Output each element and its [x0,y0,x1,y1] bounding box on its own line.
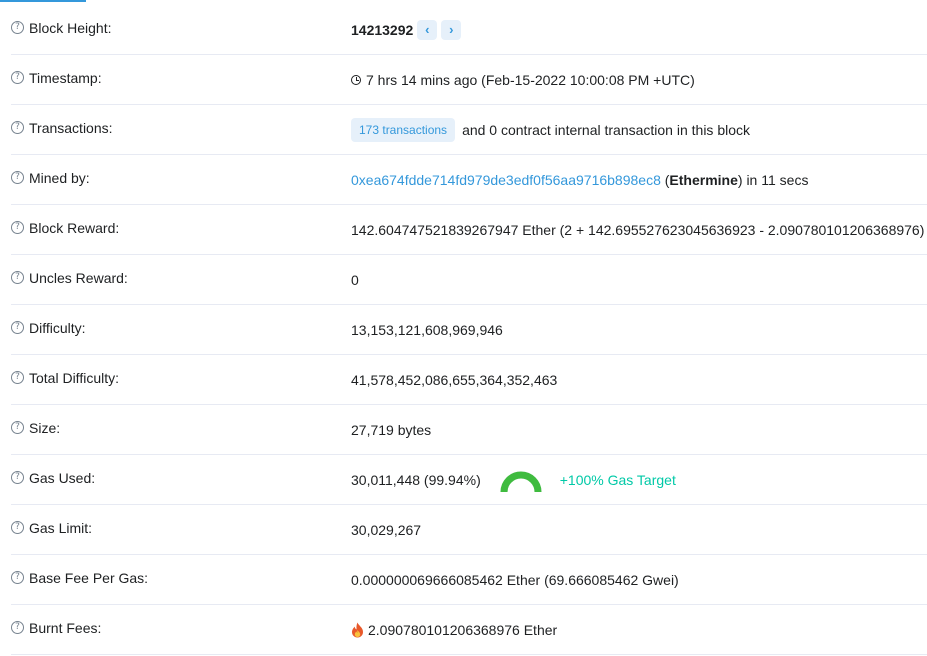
question-circle-icon[interactable]: ? [11,321,24,334]
total-difficulty-value-wrap: 41,578,452,086,655,364,352,463 [351,372,557,388]
gas-target-text: +100% Gas Target [559,471,676,488]
block-reward-label: Block Reward: [29,219,120,236]
total-difficulty-label: Total Difficulty: [29,369,119,386]
question-circle-icon[interactable]: ? [11,271,24,284]
row-gas-limit: ? Gas Limit: 30,029,267 [11,505,927,555]
base-fee-value-wrap: 0.000000069666085462 Ether (69.666085462… [351,572,679,588]
row-block-reward: ? Block Reward: 142.604747521839267947 E… [11,205,927,255]
chevron-left-icon: ‹ [425,22,430,37]
miner-pool-name: Ethermine [669,171,738,188]
active-tab-indicator [0,0,86,2]
question-circle-icon[interactable]: ? [11,71,24,84]
burnt-fees-value-wrap: 2.090780101206368976 Ether [351,622,557,638]
transactions-text: and 0 contract internal transaction in t… [462,121,750,138]
gas-used-value-wrap: 30,011,448 (99.94%) +100% Gas Target [351,469,676,492]
block-reward-value: 142.604747521839267947 Ether (2 + 142.69… [351,221,925,238]
block-height-value: 14213292 [351,21,414,38]
question-circle-icon[interactable]: ? [11,221,24,234]
row-total-difficulty: ? Total Difficulty: 41,578,452,086,655,3… [11,355,927,405]
question-circle-icon[interactable]: ? [11,371,24,384]
timestamp-label: Timestamp: [29,69,102,86]
row-block-height: ? Block Height: 14213292 ‹ › [11,5,927,55]
difficulty-value-wrap: 13,153,121,608,969,946 [351,322,503,338]
size-label: Size: [29,419,61,436]
gas-used-label-wrap: ? Gas Used: [11,470,351,486]
difficulty-value: 13,153,121,608,969,946 [351,321,503,338]
question-circle-icon[interactable]: ? [11,521,24,534]
difficulty-label: Difficulty: [29,319,86,336]
previous-block-button[interactable]: ‹ [417,19,438,40]
size-label-wrap: ? Size: [11,420,351,436]
uncles-reward-label-wrap: ? Uncles Reward: [11,270,351,286]
block-reward-label-wrap: ? Block Reward: [11,220,351,236]
question-circle-icon[interactable]: ? [11,621,24,634]
block-reward-value-wrap: 142.604747521839267947 Ether (2 + 142.69… [351,222,924,238]
timestamp-value: 7 hrs 14 mins ago (Feb-15-2022 10:00:08 … [366,71,695,88]
transactions-label: Transactions: [29,119,113,136]
total-difficulty-value: 41,578,452,086,655,364,352,463 [351,371,558,388]
timestamp-label-wrap: ? Timestamp: [11,70,351,86]
row-mined-by: ? Mined by: 0xea674fdde714fd979de3edf0f5… [11,155,927,205]
size-value: 27,719 bytes [351,421,432,438]
row-uncles-reward: ? Uncles Reward: 0 [11,255,927,305]
block-overview: ? Block Height: 14213292 ‹ › ? Timestamp… [11,5,927,655]
gas-limit-label-wrap: ? Gas Limit: [11,520,351,536]
transactions-value-wrap: 173 transactions and 0 contract internal… [351,117,750,142]
burnt-fees-value: 2.090780101206368976 Ether [368,621,558,638]
uncles-reward-value: 0 [351,271,359,288]
miner-address-link[interactable]: 0xea674fdde714fd979de3edf0f56aa9716b898e… [351,172,661,188]
gas-limit-value: 30,029,267 [351,521,422,538]
mined-by-label: Mined by: [29,169,90,186]
clock-icon [351,74,361,85]
gas-limit-label: Gas Limit: [29,519,93,536]
chevron-right-icon: › [449,22,454,37]
gauge-fill [500,471,542,492]
block-height-label: Block Height: [29,19,112,36]
total-difficulty-label-wrap: ? Total Difficulty: [11,370,351,386]
gas-used-label: Gas Used: [29,469,96,486]
question-circle-icon[interactable]: ? [11,471,24,484]
burnt-fees-label: Burnt Fees: [29,619,102,636]
row-difficulty: ? Difficulty: 13,153,121,608,969,946 [11,305,927,355]
gas-used-value: 30,011,448 (99.94%) [351,471,481,488]
uncles-reward-value-wrap: 0 [351,272,359,288]
burnt-fees-label-wrap: ? Burnt Fees: [11,620,351,636]
size-value-wrap: 27,719 bytes [351,422,431,438]
difficulty-label-wrap: ? Difficulty: [11,320,351,336]
miner-time-suffix: ) in 11 secs [737,171,809,188]
question-circle-icon[interactable]: ? [11,421,24,434]
row-base-fee: ? Base Fee Per Gas: 0.000000069666085462… [11,555,927,605]
uncles-reward-label: Uncles Reward: [29,269,128,286]
transactions-count-badge[interactable]: 173 transactions [351,117,456,142]
question-circle-icon[interactable]: ? [11,571,24,584]
row-burnt-fees: ? Burnt Fees: 2.090780101206368976 Ether [11,605,927,655]
gas-limit-value-wrap: 30,029,267 [351,522,421,538]
base-fee-label: Base Fee Per Gas: [29,569,149,586]
base-fee-label-wrap: ? Base Fee Per Gas: [11,570,351,586]
transactions-label-wrap: ? Transactions: [11,120,351,136]
base-fee-value: 0.000000069666085462 Ether (69.666085462… [351,571,679,588]
question-circle-icon[interactable]: ? [11,171,24,184]
row-timestamp: ? Timestamp: 7 hrs 14 mins ago (Feb-15-2… [11,55,927,105]
row-size: ? Size: 27,719 bytes [11,405,927,455]
timestamp-value-wrap: 7 hrs 14 mins ago (Feb-15-2022 10:00:08 … [351,72,695,88]
question-circle-icon[interactable]: ? [11,21,24,34]
mined-by-value-wrap: 0xea674fdde714fd979de3edf0f56aa9716b898e… [351,172,808,188]
row-transactions: ? Transactions: 173 transactions and 0 c… [11,105,927,155]
next-block-button[interactable]: › [441,19,462,40]
mined-by-label-wrap: ? Mined by: [11,170,351,186]
block-height-label-wrap: ? Block Height: [11,20,351,36]
gas-used-gauge [500,471,542,492]
row-gas-used: ? Gas Used: 30,011,448 (99.94%) +100% Ga… [11,455,927,505]
question-circle-icon[interactable]: ? [11,121,24,134]
flame-icon [352,622,363,637]
block-height-value-wrap: 14213292 ‹ › [351,19,462,40]
